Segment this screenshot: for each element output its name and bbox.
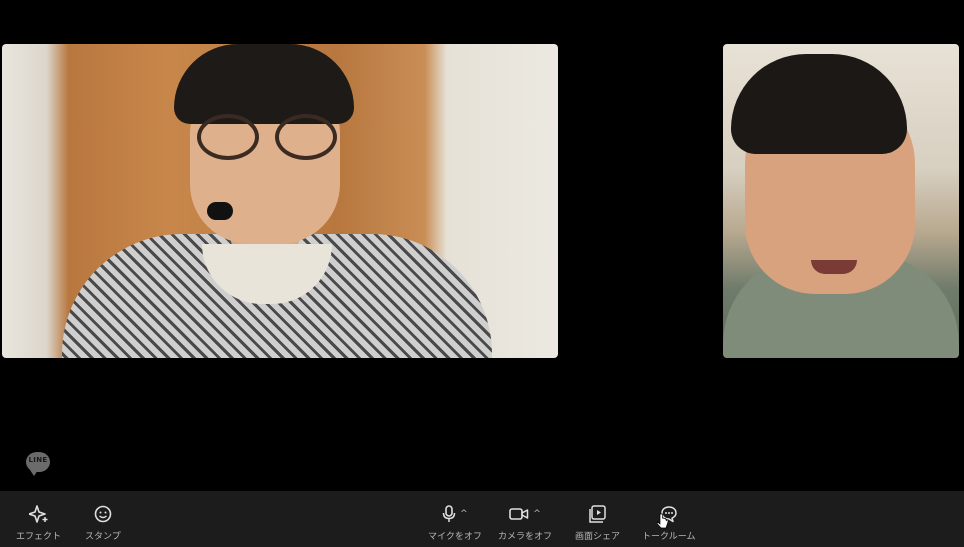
camera-toggle-button[interactable]: ^ カメラをオフ (498, 491, 552, 547)
hair (174, 44, 354, 124)
headset-mic (207, 202, 233, 220)
call-toolbar: エフェクト スタンプ ^ マイクをオフ ^ カメラをオフ 画面シェア トークルー… (0, 491, 964, 547)
effects-button[interactable]: エフェクト (16, 491, 61, 547)
sparkle-icon (28, 503, 49, 525)
participant-video-1[interactable] (2, 44, 558, 358)
glasses (197, 114, 337, 160)
camera-options-caret[interactable]: ^ (533, 509, 541, 519)
screen-share-button[interactable]: 画面シェア (575, 491, 620, 547)
stamp-button[interactable]: スタンプ (85, 491, 121, 547)
smiley-icon (94, 503, 112, 525)
microphone-icon (442, 505, 456, 523)
mouth (811, 260, 857, 274)
line-logo-text: LINE (28, 456, 48, 464)
video-camera-icon (509, 507, 529, 521)
screen-share-icon (588, 503, 607, 525)
mouse-cursor-icon (657, 513, 669, 529)
mic-options-caret[interactable]: ^ (460, 509, 468, 519)
line-logo: LINE (26, 452, 50, 476)
hair (731, 54, 907, 154)
participant-video-2[interactable] (723, 44, 959, 358)
effects-label: エフェクト (16, 532, 62, 542)
camera-label: カメラをオフ (498, 532, 553, 542)
talk-room-label: トークルーム (642, 532, 696, 542)
mic-label: マイクをオフ (428, 532, 482, 542)
stamp-label: スタンプ (85, 532, 121, 542)
mic-toggle-button[interactable]: ^ マイクをオフ (428, 491, 482, 547)
screen-share-label: 画面シェア (575, 532, 621, 542)
